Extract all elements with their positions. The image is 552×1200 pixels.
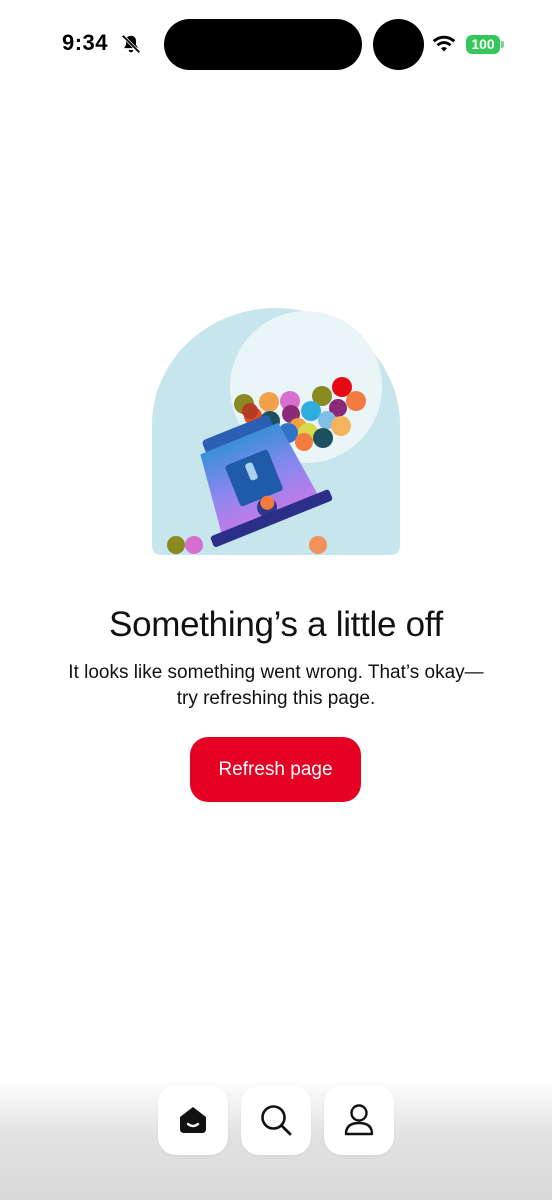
wifi-icon xyxy=(432,35,456,52)
profile-icon xyxy=(344,1104,374,1136)
front-camera xyxy=(373,19,424,70)
nav-profile-button[interactable] xyxy=(324,1085,394,1155)
error-title: Something’s a little off xyxy=(109,605,443,644)
screen: 9:34 100 Something’s a little off It loo… xyxy=(0,0,552,1200)
gumball-machine-illustration xyxy=(152,308,400,555)
search-icon xyxy=(261,1105,292,1136)
status-bar: 9:34 100 xyxy=(0,0,552,90)
nav-home-button[interactable] xyxy=(158,1085,228,1155)
dynamic-island xyxy=(164,19,362,70)
bottom-nav xyxy=(158,1085,394,1155)
battery-cap xyxy=(501,41,504,48)
home-icon xyxy=(180,1107,206,1133)
status-time: 9:34 xyxy=(62,30,109,55)
battery-icon: 100 xyxy=(466,35,500,54)
nav-search-button[interactable] xyxy=(241,1085,311,1155)
error-message: It looks like something went wrong. That… xyxy=(68,662,484,709)
refresh-page-button[interactable]: Refresh page xyxy=(190,737,361,802)
bell-slash-icon xyxy=(121,34,141,54)
